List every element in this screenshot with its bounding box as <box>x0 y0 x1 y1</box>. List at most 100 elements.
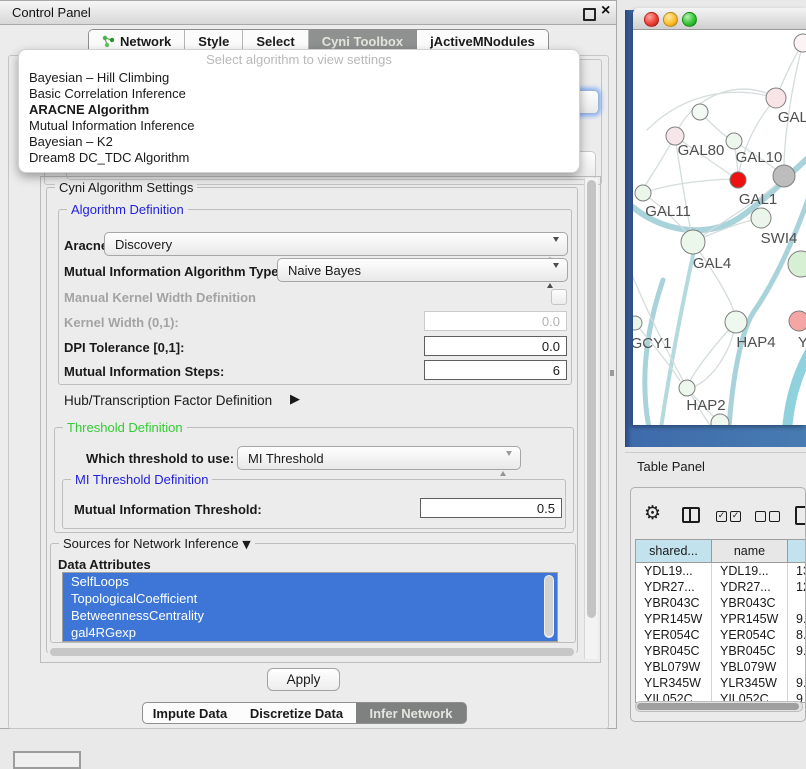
network-canvas[interactable]: GAL8GAL80GAL10GAL1GAL11GAL4SWI4HAP4YGCY1… <box>633 30 806 425</box>
scrollbar-thumb[interactable] <box>50 648 574 656</box>
threshold-definition-title: Threshold Definition <box>63 420 187 435</box>
algorithm-option[interactable]: Mutual Information Inference <box>19 118 579 134</box>
network-node[interactable] <box>730 172 746 188</box>
algorithm-option[interactable]: Basic Correlation Inference <box>19 86 579 102</box>
network-node[interactable] <box>725 311 747 333</box>
node-label: GAL80 <box>678 142 725 159</box>
dpi-tolerance-label: DPI Tolerance [0,1]: <box>64 340 184 355</box>
table-row[interactable]: YPR145WYPR145W9. <box>636 611 806 627</box>
manual-kernel-checkbox[interactable] <box>551 289 567 305</box>
data-attribute-item[interactable]: SelfLoops <box>63 573 557 590</box>
kernel-width-label: Kernel Width (0,1): <box>64 315 179 330</box>
network-node[interactable] <box>711 414 729 425</box>
table-cell <box>788 595 806 611</box>
network-window-titlebar[interactable] <box>633 8 806 30</box>
table-row[interactable]: YBL079WYBL079W <box>636 659 806 675</box>
network-node[interactable] <box>679 380 695 396</box>
settings-vertical-scrollbar[interactable] <box>584 178 598 659</box>
collapse-down-icon[interactable]: ▼ <box>242 538 250 551</box>
control-panel-titlebar: Control Panel × <box>0 1 616 25</box>
scrollbar-thumb[interactable] <box>637 703 799 710</box>
aracne-mode-combo[interactable]: Discovery <box>104 232 568 256</box>
attribute-items: SelfLoopsTopologicalCoefficientBetweenne… <box>63 573 557 641</box>
network-edge[interactable] <box>645 280 663 425</box>
cyni-settings-title: Cyni Algorithm Settings <box>55 180 197 195</box>
network-node[interactable] <box>692 104 708 120</box>
table-body: YDL19...YDL19...13YDR27...YDR27...12YBR0… <box>636 563 806 703</box>
network-edge[interactable] <box>693 322 736 387</box>
data-attributes-list[interactable]: SelfLoopsTopologicalCoefficientBetweenne… <box>62 572 558 642</box>
show-columns-icon[interactable] <box>682 507 700 523</box>
table-cell: 9. <box>788 611 806 627</box>
network-edge[interactable] <box>675 89 776 136</box>
gear-icon[interactable]: ⚙ <box>644 504 661 523</box>
list-vertical-scrollbar[interactable] <box>544 575 554 638</box>
node-label: Y <box>798 334 806 351</box>
zoom-traffic-light-icon[interactable] <box>682 12 697 27</box>
scrollbar-thumb[interactable] <box>545 576 553 636</box>
network-node[interactable] <box>794 34 806 52</box>
algorithm-option[interactable]: Bayesian – K2 <box>19 134 579 150</box>
mi-threshold-field[interactable]: 0.5 <box>420 498 562 518</box>
network-node[interactable] <box>751 208 771 228</box>
network-node[interactable] <box>789 311 806 331</box>
scrollbar-thumb[interactable] <box>587 180 596 618</box>
network-node[interactable] <box>635 185 651 201</box>
algorithm-option[interactable]: Bayesian – Hill Climbing <box>19 70 579 86</box>
table-horizontal-scrollbar[interactable] <box>635 701 803 712</box>
mi-steps-field[interactable]: 6 <box>424 360 567 380</box>
select-all-icon[interactable]: ✓✓ <box>716 511 744 529</box>
tab-discretize-data[interactable]: Discretize Data <box>237 702 357 724</box>
node-label: GAL10 <box>736 149 783 166</box>
column-header[interactable]: A <box>788 540 806 562</box>
settings-horizontal-scrollbar[interactable] <box>48 647 576 657</box>
data-attribute-item[interactable]: TopologicalCoefficient <box>63 590 557 607</box>
dpi-tolerance-field[interactable]: 0.0 <box>424 336 567 356</box>
data-attribute-item[interactable]: BetweennessCentrality <box>63 607 557 624</box>
which-threshold-value: MI Threshold <box>248 451 324 466</box>
table-cell: 9. <box>788 643 806 659</box>
network-node[interactable] <box>681 230 705 254</box>
deselect-all-icon[interactable] <box>755 511 783 529</box>
table-cell <box>788 659 806 675</box>
mi-type-combo[interactable]: Naive Bayes <box>277 258 568 282</box>
close-traffic-light-icon[interactable] <box>644 12 659 27</box>
algorithm-option[interactable]: Dream8 DC_TDC Algorithm <box>19 150 579 166</box>
table-row[interactable]: YBR043CYBR043C <box>636 595 806 611</box>
algorithm-definition-title: Algorithm Definition <box>67 202 188 217</box>
table-row[interactable]: YLR345WYLR345W9. <box>636 675 806 691</box>
table-row[interactable]: YBR045CYBR045C9. <box>636 643 806 659</box>
network-node[interactable] <box>773 165 795 187</box>
kernel-width-field[interactable]: 0.0 <box>424 311 567 331</box>
apply-button[interactable]: Apply <box>267 668 340 691</box>
algorithm-option[interactable]: ARACNE Algorithm <box>19 102 579 118</box>
data-attributes-label: Data Attributes <box>58 557 151 572</box>
table-panel-title: Table Panel <box>637 459 705 474</box>
data-attribute-item[interactable]: gal4RGexp <box>63 624 557 641</box>
import-table-icon[interactable] <box>795 506 806 525</box>
network-node[interactable] <box>788 251 806 277</box>
network-node[interactable] <box>726 133 742 149</box>
table-row[interactable]: YDL19...YDL19...13 <box>636 563 806 579</box>
network-icon <box>102 35 115 48</box>
tab-infer-network[interactable]: Infer Network <box>356 702 467 724</box>
expand-right-icon[interactable]: ▶ <box>290 392 300 407</box>
column-header[interactable]: name <box>712 540 788 562</box>
close-icon[interactable]: × <box>601 2 610 20</box>
network-edge[interactable] <box>643 179 731 193</box>
table-cell: YER054C <box>636 627 712 643</box>
float-window-icon[interactable] <box>583 8 596 21</box>
which-threshold-combo[interactable]: MI Threshold <box>237 446 521 470</box>
network-node[interactable] <box>766 88 786 108</box>
table-cell: YBL079W <box>712 659 788 675</box>
table-cell: YBR045C <box>636 643 712 659</box>
tab-impute-data[interactable]: Impute Data <box>142 702 238 724</box>
table-row[interactable]: YDR27...YDR27...12 <box>636 579 806 595</box>
table-cell: 9. <box>788 675 806 691</box>
table-row[interactable]: YER054CYER054C8. <box>636 627 806 643</box>
column-header[interactable]: shared... <box>636 540 712 562</box>
network-node[interactable] <box>633 316 642 330</box>
minimized-panel-icon[interactable] <box>13 751 81 769</box>
split-pane-handle[interactable] <box>610 370 614 376</box>
minimize-traffic-light-icon[interactable] <box>663 12 678 27</box>
